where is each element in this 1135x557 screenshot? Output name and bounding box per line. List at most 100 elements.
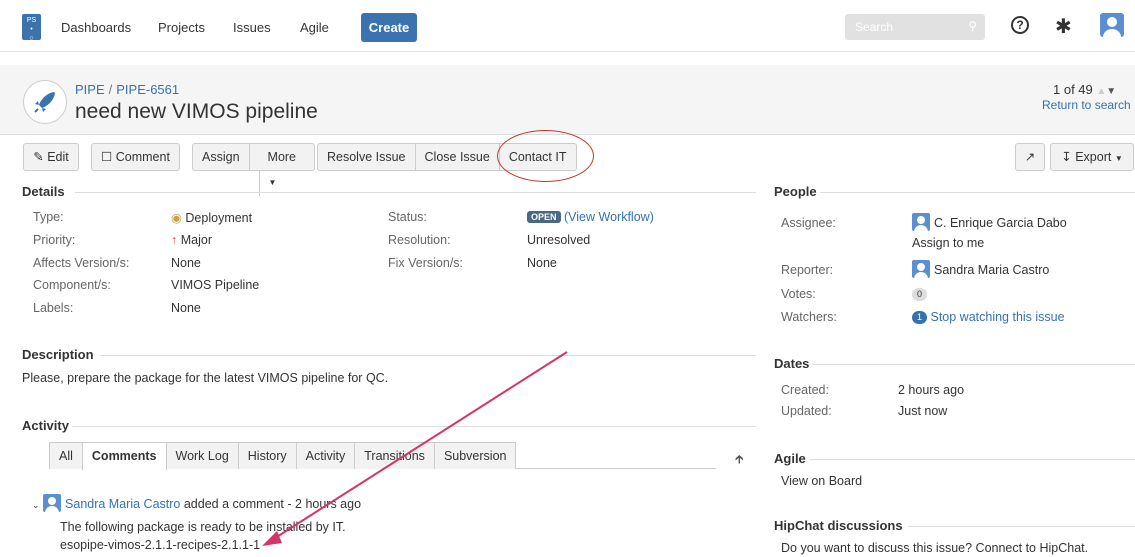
- assignee-value: C. Enrique Garcia Dabo: [912, 213, 1067, 231]
- updated-label: Updated:: [781, 404, 832, 418]
- breadcrumb-issue-key[interactable]: PIPE-6561: [116, 82, 179, 97]
- priority-value: ↑ Major: [171, 233, 212, 247]
- create-button[interactable]: Create: [361, 13, 417, 42]
- share-button[interactable]: ↗: [1015, 143, 1045, 171]
- labels-label: Labels:: [33, 301, 74, 315]
- sort-order-icon[interactable]: 🡱: [735, 450, 744, 471]
- annotation-circle: [497, 130, 594, 182]
- assign-more-group: Assign More ▼: [192, 143, 316, 196]
- comment-button[interactable]: ☐ Comment: [91, 143, 180, 171]
- updated-value: Just now: [898, 404, 948, 418]
- close-issue-button[interactable]: Close Issue: [414, 144, 499, 170]
- breadcrumb: PIPE / PIPE-6561: [75, 82, 180, 97]
- app-logo[interactable]: PS • ○: [22, 14, 41, 42]
- people-heading: People: [774, 184, 817, 199]
- previous-issue-icon[interactable]: ▲: [1096, 86, 1106, 97]
- help-icon[interactable]: ?: [1011, 16, 1029, 34]
- affects-version-label: Affects Version/s:: [33, 256, 130, 270]
- tab-work-log[interactable]: Work Log: [165, 442, 239, 469]
- watchers-label: Watchers:: [781, 310, 837, 324]
- votes-value: 0: [912, 287, 927, 301]
- nav-dashboards[interactable]: Dashboards: [61, 20, 131, 35]
- view-on-board-link[interactable]: View on Board: [781, 474, 862, 488]
- top-navigation: PS • ○ Dashboards Projects Issues Agile Cr…: [0, 0, 1135, 52]
- nav-projects[interactable]: Projects: [158, 20, 205, 35]
- resolve-issue-button[interactable]: Resolve Issue: [318, 144, 415, 170]
- user-avatar-icon: [1103, 17, 1121, 37]
- tab-history[interactable]: History: [237, 442, 297, 469]
- description-divider: [101, 355, 756, 356]
- gear-icon[interactable]: ✱: [1055, 14, 1072, 39]
- reporter-name[interactable]: Sandra Maria Castro: [934, 263, 1049, 277]
- comment-author-link[interactable]: Sandra Maria Castro: [65, 497, 180, 511]
- resolution-label: Resolution:: [388, 233, 451, 247]
- votes-badge[interactable]: 0: [912, 288, 927, 301]
- export-label: Export: [1075, 150, 1112, 164]
- votes-label: Votes:: [781, 287, 816, 301]
- tab-transitions[interactable]: Transitions: [354, 442, 435, 469]
- resolution-value: Unresolved: [527, 233, 591, 247]
- status-value: OPEN (View Workflow): [527, 210, 654, 224]
- details-heading: Details: [22, 184, 65, 199]
- export-button[interactable]: ↧ Export ▼: [1050, 143, 1134, 171]
- hipchat-text: Do you want to discuss this issue? Conne…: [781, 541, 1089, 555]
- search-icon: ⚲: [968, 19, 977, 33]
- issue-title[interactable]: need new VIMOS pipeline: [75, 100, 318, 124]
- watchers-value: 1 Stop watching this issue: [912, 310, 1065, 324]
- priority-value-text: Major: [180, 233, 212, 247]
- assign-to-me-link[interactable]: Assign to me: [912, 236, 984, 250]
- export-icon: ↧: [1061, 150, 1072, 164]
- assignee-avatar: [912, 213, 930, 231]
- status-badge: OPEN: [527, 211, 561, 223]
- next-issue-icon[interactable]: ▼: [1106, 86, 1116, 97]
- component-link[interactable]: VIMOS Pipeline: [171, 278, 259, 292]
- reporter-value: Sandra Maria Castro: [912, 260, 1049, 278]
- affects-version-value: None: [171, 256, 201, 270]
- tab-activity[interactable]: Activity: [295, 442, 356, 469]
- more-label: More: [267, 150, 297, 164]
- assignee-name[interactable]: C. Enrique Garcia Dabo: [934, 216, 1067, 230]
- fix-version-label: Fix Version/s:: [388, 256, 464, 270]
- view-workflow-link[interactable]: View Workflow: [568, 210, 650, 224]
- stop-watching-link[interactable]: Stop watching this issue: [930, 310, 1064, 324]
- status-label: Status:: [388, 210, 427, 224]
- return-to-search-link[interactable]: Return to search: [1042, 98, 1131, 112]
- collapse-chevron-icon[interactable]: ⌄: [32, 500, 40, 510]
- commenter-avatar: [43, 494, 62, 512]
- assignee-label: Assignee:: [781, 216, 836, 230]
- search-placeholder: Search: [855, 20, 894, 34]
- details-divider: [75, 192, 756, 193]
- description-text[interactable]: Please, prepare the package for the late…: [22, 371, 388, 385]
- edit-button[interactable]: ✎ Edit: [23, 143, 79, 171]
- description-heading: Description: [22, 347, 94, 362]
- hipchat-divider: [908, 526, 1135, 527]
- activity-tabs: All Comments Work Log History Activity T…: [49, 442, 716, 470]
- people-divider: [820, 192, 1135, 193]
- more-button[interactable]: More ▼: [248, 144, 314, 196]
- issue-header: PIPE / PIPE-6561 need new VIMOS pipeline 1…: [0, 65, 1135, 135]
- pencil-icon: ✎: [33, 150, 44, 164]
- tab-subversion[interactable]: Subversion: [433, 442, 517, 469]
- search-input[interactable]: Search ⚲: [845, 14, 985, 40]
- user-avatar[interactable]: [1100, 13, 1124, 37]
- edit-label: Edit: [47, 150, 69, 164]
- priority-label: Priority:: [33, 233, 76, 247]
- watchers-badge: 1: [912, 311, 927, 324]
- project-avatar-icon[interactable]: [23, 80, 67, 124]
- issue-pager: 1 of 49 ▲▼: [1053, 82, 1116, 97]
- activity-heading: Activity: [22, 418, 69, 433]
- comment-meta: added a comment - 2 hours ago: [183, 497, 362, 511]
- agile-heading: Agile: [774, 451, 806, 466]
- pager-count: 1 of 49: [1053, 82, 1093, 97]
- nav-issues[interactable]: Issues: [233, 20, 271, 35]
- tab-all[interactable]: All: [49, 442, 83, 469]
- tab-comments[interactable]: Comments: [81, 442, 167, 470]
- hipchat-heading: HipChat discussions: [774, 518, 903, 533]
- assign-button[interactable]: Assign: [193, 144, 249, 170]
- deployment-icon: ◉: [171, 211, 182, 225]
- type-label: Type:: [33, 210, 64, 224]
- nav-agile[interactable]: Agile: [300, 20, 329, 35]
- component-label: Component/s:: [33, 278, 111, 292]
- breadcrumb-project[interactable]: PIPE: [75, 82, 105, 97]
- comment-icon: ☐: [101, 150, 113, 164]
